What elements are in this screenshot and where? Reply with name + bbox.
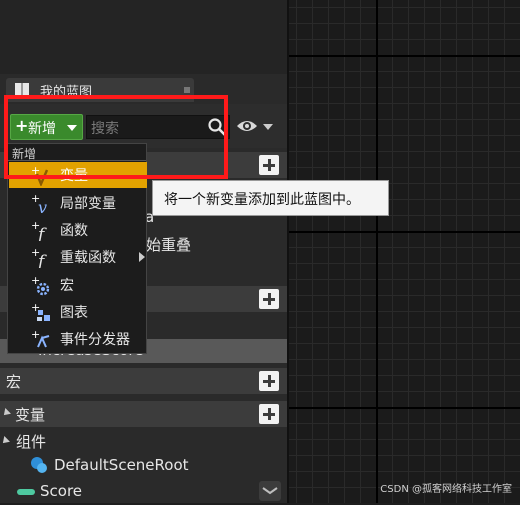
panel-top-area [0, 0, 287, 74]
macro-icon: + [31, 276, 50, 296]
tooltip-text: 将一个新变量添加到此蓝图中。 [164, 192, 360, 208]
svg-text:+: + [31, 276, 40, 287]
partial-event-text: 始重叠 [146, 236, 192, 254]
menu-item-label: 事件分发器 [60, 332, 130, 348]
svg-text:v: v [38, 198, 47, 214]
variables-section-header[interactable]: 变量 [0, 401, 287, 427]
add-macro-plus-button[interactable] [259, 371, 279, 391]
text-render-component-icon [17, 489, 35, 495]
component-row[interactable]: DefaultSceneRoot [0, 453, 287, 479]
menu-item-override-function[interactable]: + f 重载函数 [9, 244, 147, 270]
components-label: 组件 [16, 433, 47, 451]
svg-text:f: f [36, 252, 47, 268]
component-name: DefaultSceneRoot [54, 456, 189, 474]
variables-section-label: 变量 [15, 406, 46, 424]
menu-item-label: 局部变量 [60, 196, 116, 212]
svg-text:+: + [31, 330, 40, 341]
add-graph-plus-button[interactable] [259, 155, 279, 175]
menu-item-label: 函数 [60, 223, 88, 239]
visibility-toggle-icon[interactable] [259, 481, 281, 501]
watermark: CSDN @孤客网络科技工作室 [380, 484, 512, 495]
menu-item-label: 宏 [60, 278, 74, 294]
tab-grip [184, 87, 190, 93]
menu-item-graph[interactable]: + 图表 [9, 299, 147, 325]
add-variable-plus-button[interactable] [259, 404, 279, 424]
scene-root-icon [31, 457, 47, 473]
menu-item-label: 图表 [60, 305, 88, 321]
menu-item-macro[interactable]: + 宏 [9, 272, 147, 298]
svg-text:f: f [36, 225, 47, 241]
override-function-icon: + f [31, 248, 47, 268]
blueprint-book-icon [15, 83, 29, 95]
expand-arrow-icon[interactable] [0, 436, 10, 446]
menu-item-local-variable[interactable]: + v 局部变量 [9, 190, 147, 216]
graph-icon: + [31, 303, 50, 321]
menu-item-event-dispatcher[interactable]: + 事件分发器 [9, 326, 147, 352]
macros-section-label: 宏 [6, 373, 22, 391]
component-name: Score [40, 482, 83, 500]
component-row[interactable]: Score [0, 479, 287, 505]
view-options-chevron-icon[interactable] [263, 124, 273, 130]
visibility-eye-icon[interactable] [236, 118, 258, 134]
menu-item-tooltip: 将一个新变量添加到此蓝图中。 [152, 180, 389, 216]
collapse-arrow-icon[interactable] [1, 408, 11, 418]
submenu-arrow-icon [139, 252, 145, 262]
components-category[interactable]: 组件 [0, 428, 287, 454]
highlight-annotation-box [4, 95, 228, 179]
macros-section-header[interactable]: 宏 [0, 368, 287, 394]
local-variable-icon: + v [31, 194, 47, 214]
function-icon: + f [31, 221, 47, 241]
event-dispatcher-icon: + [31, 330, 50, 348]
menu-item-function[interactable]: + f 函数 [9, 217, 147, 243]
add-function-plus-button[interactable] [259, 289, 279, 309]
graph-viewport[interactable] [289, 0, 520, 503]
menu-item-label: 重载函数 [60, 250, 116, 266]
